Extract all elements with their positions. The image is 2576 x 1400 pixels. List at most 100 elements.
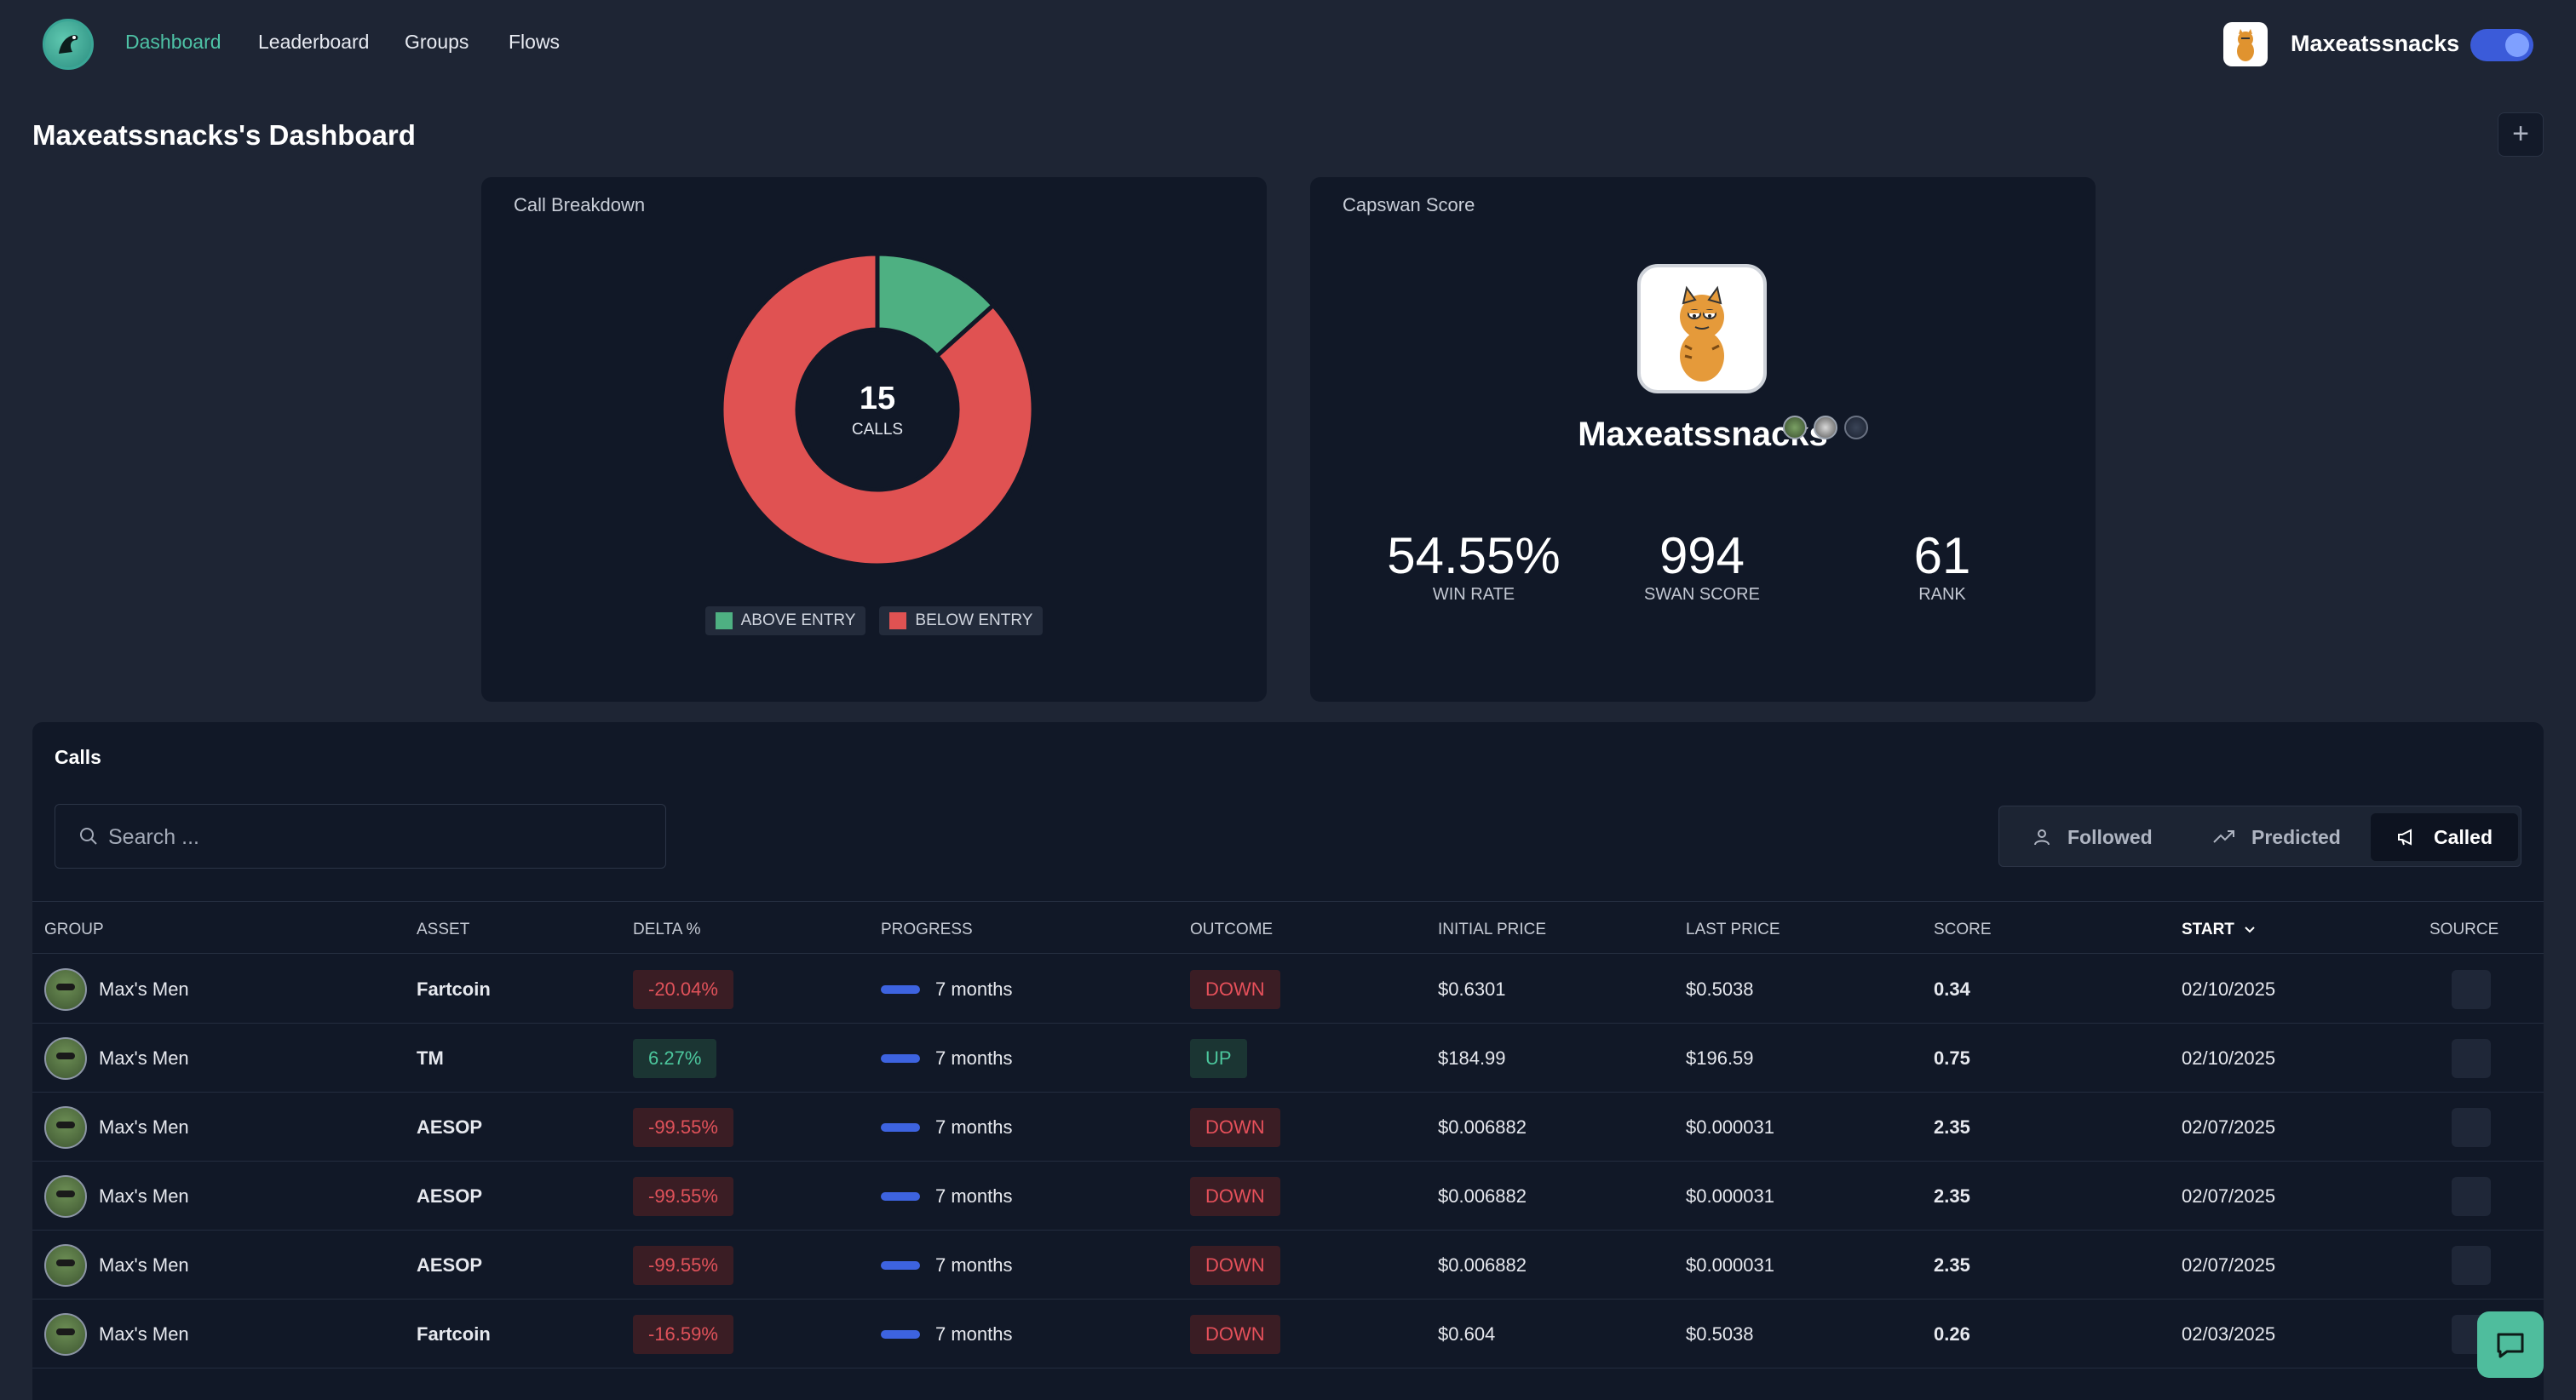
table-header: GROUP ASSET DELTA % PROGRESS OUTCOME INI… (32, 901, 2544, 954)
filter-called[interactable]: Called (2371, 813, 2519, 861)
cell-asset[interactable]: AESOP (417, 1093, 482, 1162)
cell-asset[interactable]: Fartcoin (417, 955, 491, 1024)
group-name[interactable]: Max's Men (99, 1116, 189, 1139)
progress-label: 7 months (935, 1254, 1013, 1276)
megaphone-icon (2398, 829, 2412, 846)
cell-asset[interactable]: TM (417, 1024, 444, 1093)
source-link-icon[interactable] (2452, 969, 2491, 1009)
table-row[interactable]: Max's Men Fartcoin -16.59% 7 months DOWN $0.6… (32, 1300, 2544, 1368)
cell-progress: 7 months (881, 955, 1013, 1024)
group-avatar (44, 1174, 87, 1218)
column-header-initial-price[interactable]: INITIAL PRICE (1438, 921, 1546, 939)
user-avatar[interactable] (2223, 22, 2268, 66)
group-name[interactable]: Max's Men (99, 1047, 189, 1070)
filter-followed[interactable]: Followed (2006, 813, 2178, 861)
table-row[interactable]: Max's Men Fartcoin -20.04% 7 months DOWN $0.6… (32, 955, 2544, 1024)
stat-value: 54.55% (1387, 527, 1561, 584)
badge-icon[interactable] (1783, 416, 1807, 439)
cell-asset[interactable]: AESOP (417, 1162, 482, 1231)
column-header-source[interactable]: SOURCE (2429, 921, 2498, 939)
column-header-asset[interactable]: ASSET (417, 921, 469, 939)
column-header-score[interactable]: SCORE (1934, 921, 1992, 939)
table-row[interactable]: Max's Men AESOP -99.55% 7 months DOWN $0.0068… (32, 1231, 2544, 1300)
column-header-outcome[interactable]: OUTCOME (1190, 921, 1273, 939)
source-link-icon[interactable] (2452, 1107, 2491, 1147)
source-link-icon[interactable] (2452, 1176, 2491, 1216)
nav-link-flows[interactable]: Flows (509, 31, 560, 54)
delta-badge: -99.55% (633, 1176, 733, 1216)
progress-bar (881, 1122, 920, 1132)
group-avatar (44, 967, 87, 1011)
username-label[interactable]: Maxeatssnacks (2291, 31, 2459, 57)
search-input[interactable] (108, 820, 636, 854)
cell-initial-price: $0.006882 (1438, 1116, 1527, 1138)
group-avatar (44, 1036, 87, 1080)
cell-group: Max's Men (44, 1231, 189, 1300)
filter-predicted[interactable]: Predicted (2187, 813, 2366, 861)
badge-list (1783, 416, 1868, 439)
column-header-progress[interactable]: PROGRESS (881, 921, 973, 939)
cell-score: 2.35 (1934, 1116, 1970, 1138)
column-header-start-label: START (2182, 921, 2234, 938)
column-header-group[interactable]: GROUP (44, 921, 104, 939)
stat-swan-score: 994 SWAN SCORE (1600, 526, 1804, 605)
cell-group: Max's Men (44, 1093, 189, 1162)
cell-progress: 7 months (881, 1093, 1013, 1162)
table-row[interactable]: Max's Men AESOP -99.55% 7 months DOWN $0.0068… (32, 1162, 2544, 1231)
source-link-icon[interactable] (2452, 1038, 2491, 1078)
cell-outcome: DOWN (1190, 1093, 1280, 1162)
column-header-last-price[interactable]: LAST PRICE (1686, 921, 1780, 939)
nav-link-groups[interactable]: Groups (405, 31, 469, 54)
group-name[interactable]: Max's Men (99, 1323, 189, 1345)
outcome-badge: UP (1190, 1038, 1247, 1078)
outcome-badge: DOWN (1190, 1176, 1280, 1216)
cell-delta: -99.55% (633, 1231, 733, 1300)
outcome-badge: DOWN (1190, 1245, 1280, 1285)
table-row[interactable]: Max's Men AESOP -99.55% 7 months DOWN $0.0068… (32, 1093, 2544, 1162)
toggle-knob (2505, 33, 2529, 57)
add-widget-button[interactable]: + (2498, 112, 2544, 157)
delta-badge: -20.04% (633, 969, 733, 1009)
filter-segmented-control: Followed Predicted Called (1998, 806, 2521, 867)
cell-score: 0.75 (1934, 1047, 1970, 1069)
cell-source (2452, 1231, 2491, 1300)
cell-progress: 7 months (881, 1231, 1013, 1300)
nav-link-leaderboard[interactable]: Leaderboard (258, 31, 369, 54)
delta-badge: -99.55% (633, 1107, 733, 1147)
cell-score: 0.34 (1934, 978, 1970, 1000)
source-link-icon[interactable] (2452, 1245, 2491, 1285)
theme-toggle[interactable] (2470, 29, 2533, 61)
stat-label: WIN RATE (1432, 585, 1515, 604)
search-box[interactable] (55, 804, 666, 869)
filter-label: Called (2434, 825, 2493, 848)
outcome-badge: DOWN (1190, 969, 1280, 1009)
legend-item-below[interactable]: BELOW ENTRY (879, 606, 1044, 635)
calls-title: Calls (55, 746, 101, 768)
group-name[interactable]: Max's Men (99, 1185, 189, 1208)
cell-progress: 7 months (881, 1024, 1013, 1093)
group-name[interactable]: Max's Men (99, 978, 189, 1001)
cell-asset[interactable]: AESOP (417, 1231, 482, 1300)
profile-avatar (1637, 264, 1767, 393)
nav-link-dashboard[interactable]: Dashboard (125, 31, 221, 54)
column-header-start[interactable]: START (2182, 921, 2256, 939)
stat-value: 61 (1913, 527, 1971, 584)
legend-item-above[interactable]: ABOVE ENTRY (704, 606, 866, 635)
cell-delta: -20.04% (633, 955, 733, 1024)
badge-icon[interactable] (1844, 416, 1868, 439)
cell-start: 02/10/2025 (2182, 978, 2276, 1000)
cell-start: 02/07/2025 (2182, 1185, 2276, 1207)
table-row[interactable]: Max's Men TM 6.27% 7 months UP $184.99 $196.59… (32, 1024, 2544, 1093)
cell-asset[interactable]: Fartcoin (417, 1300, 491, 1368)
group-name[interactable]: Max's Men (99, 1254, 189, 1277)
app-logo-icon[interactable] (43, 19, 94, 70)
badge-icon[interactable] (1814, 416, 1837, 439)
cell-initial-price: $0.6301 (1438, 978, 1506, 1000)
column-header-delta[interactable]: DELTA % (633, 921, 701, 939)
delta-badge: -99.55% (633, 1245, 733, 1285)
filter-label: Predicted (2251, 825, 2341, 848)
page-title: Maxeatssnacks's Dashboard (32, 119, 416, 151)
cell-initial-price: $0.604 (1438, 1323, 1496, 1345)
chat-button[interactable] (2477, 1311, 2544, 1378)
stat-win-rate: 54.55% WIN RATE (1371, 526, 1576, 605)
